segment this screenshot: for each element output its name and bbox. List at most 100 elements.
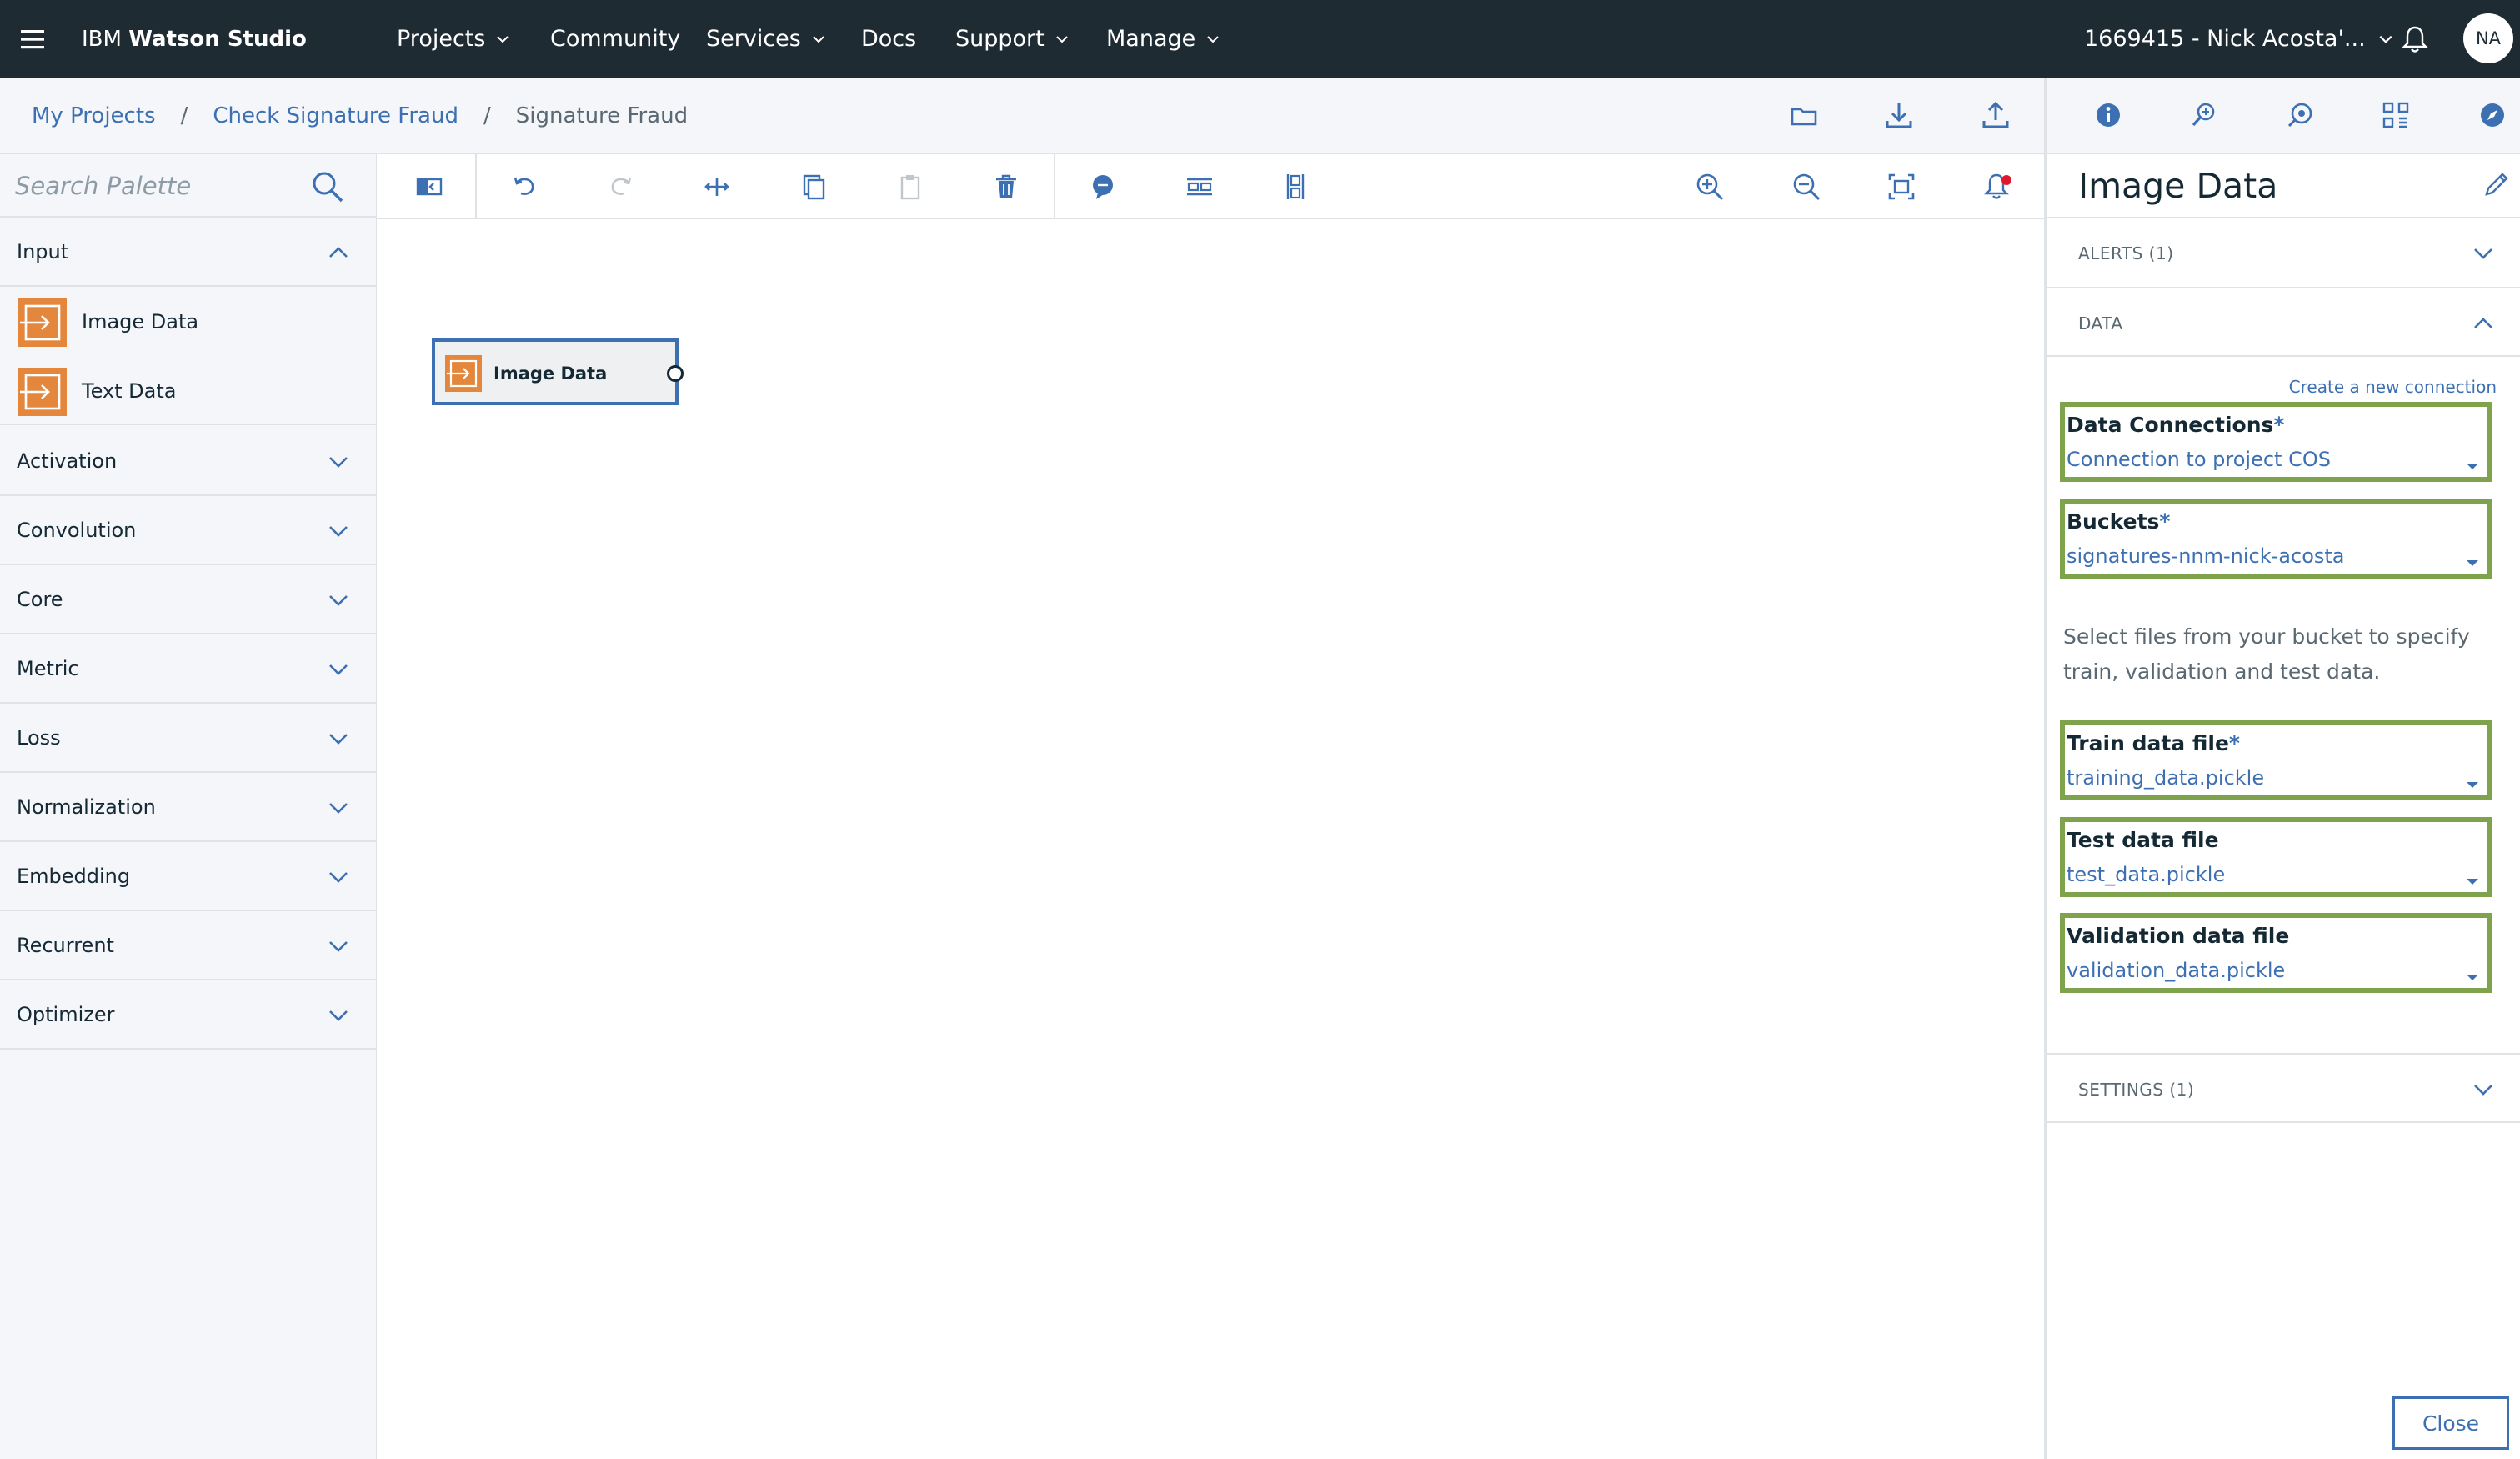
copy-icon[interactable] bbox=[796, 169, 831, 204]
canvas-toolbar bbox=[377, 154, 2044, 219]
nav-manage[interactable]: Manage bbox=[1106, 23, 1220, 55]
field-label: Data Connections* bbox=[2067, 410, 2285, 440]
nav-community-label: Community bbox=[550, 26, 681, 52]
canvas-node-image-data[interactable]: Image Data bbox=[432, 338, 684, 405]
chevron-down-icon bbox=[1207, 36, 1219, 43]
caret-down-icon bbox=[2467, 879, 2478, 885]
nav-manage-label: Manage bbox=[1106, 26, 1196, 52]
toolbar-divider bbox=[1054, 154, 1055, 218]
pencil-icon[interactable] bbox=[2480, 168, 2513, 201]
flows-icon[interactable] bbox=[2378, 98, 2413, 133]
notifications-icon[interactable] bbox=[1981, 169, 2016, 204]
palette-node-text-data[interactable]: Text Data bbox=[0, 356, 377, 425]
category-input-label: Input bbox=[17, 240, 69, 263]
train-file-select[interactable]: Train data file* training_data.pickle bbox=[2060, 720, 2492, 800]
category-embedding[interactable]: Embedding bbox=[0, 842, 377, 911]
breadcrumb-my-projects[interactable]: My Projects bbox=[32, 99, 156, 133]
data-connections-select[interactable]: Data Connections* Connection to project … bbox=[2060, 402, 2492, 482]
category-input[interactable]: Input bbox=[0, 218, 377, 287]
fit-to-screen-icon[interactable] bbox=[1884, 169, 1919, 204]
nav-services[interactable]: Services bbox=[706, 23, 826, 55]
zoom-in-icon[interactable] bbox=[1692, 169, 1727, 204]
category-recurrent[interactable]: Recurrent bbox=[0, 911, 377, 980]
category-loss[interactable]: Loss bbox=[0, 704, 377, 773]
redo-icon[interactable] bbox=[604, 169, 639, 204]
paste-icon[interactable] bbox=[893, 169, 928, 204]
category-normalization[interactable]: Normalization bbox=[0, 773, 377, 842]
caret-down-icon bbox=[2467, 560, 2478, 566]
palette-node-image-data[interactable]: Image Data bbox=[0, 287, 377, 356]
chevron-down-icon bbox=[2379, 35, 2392, 43]
comment-icon[interactable] bbox=[1085, 169, 1120, 204]
buckets-value: signatures-nnm-nick-acosta bbox=[2067, 544, 2345, 568]
chevron-down-icon bbox=[329, 1010, 348, 1021]
accordion-data-label: DATA bbox=[2078, 313, 2123, 333]
buckets-label: Buckets bbox=[2067, 509, 2160, 534]
accordion-settings[interactable]: SETTINGS (1) bbox=[2047, 1053, 2520, 1123]
category-core[interactable]: Core bbox=[0, 565, 377, 634]
arrange-vertical-icon[interactable] bbox=[1278, 169, 1313, 204]
category-label: Normalization bbox=[17, 795, 156, 819]
category-optimizer[interactable]: Optimizer bbox=[0, 980, 377, 1050]
data-connections-label: Data Connections bbox=[2067, 413, 2274, 437]
hamburger-menu-icon[interactable] bbox=[18, 25, 47, 53]
breadcrumb-project[interactable]: Check Signature Fraud bbox=[213, 99, 458, 133]
deploy-icon[interactable] bbox=[2282, 98, 2317, 133]
validation-file-select[interactable]: Validation data file validation_data.pic… bbox=[2060, 913, 2492, 993]
required-marker: * bbox=[2159, 509, 2171, 534]
category-label: Recurrent bbox=[17, 934, 114, 957]
data-connections-value: Connection to project COS bbox=[2067, 448, 2331, 471]
flow-canvas[interactable] bbox=[377, 219, 2044, 1459]
upload-icon[interactable] bbox=[1979, 99, 2012, 133]
breadcrumb-separator: / bbox=[483, 103, 491, 128]
close-button[interactable]: Close bbox=[2392, 1396, 2509, 1450]
node-output-port[interactable] bbox=[667, 365, 684, 382]
search-icon[interactable] bbox=[310, 169, 345, 204]
folder-icon[interactable] bbox=[1787, 99, 1821, 133]
nav-support[interactable]: Support bbox=[955, 23, 1070, 55]
hyperparameters-icon[interactable] bbox=[2187, 98, 2222, 133]
brand-title[interactable]: IBM Watson Studio bbox=[82, 25, 307, 53]
avatar[interactable]: NA bbox=[2463, 13, 2513, 63]
nav-projects-label: Projects bbox=[397, 26, 486, 52]
palette-search bbox=[0, 154, 377, 218]
account-switcher[interactable]: 1669415 - Nick Acosta'... bbox=[2084, 23, 2394, 55]
category-metric[interactable]: Metric bbox=[0, 634, 377, 704]
category-label: Core bbox=[17, 588, 63, 611]
cut-icon[interactable] bbox=[699, 169, 734, 204]
accordion-settings-label: SETTINGS (1) bbox=[2078, 1080, 2195, 1100]
avatar-initials: NA bbox=[2475, 28, 2502, 48]
create-connection-link[interactable]: Create a new connection bbox=[2289, 374, 2497, 399]
palette-node-label: Text Data bbox=[82, 379, 177, 403]
nav-community[interactable]: Community bbox=[550, 23, 680, 55]
test-file-select[interactable]: Test data file test_data.pickle bbox=[2060, 817, 2492, 897]
accordion-data[interactable]: DATA bbox=[2047, 287, 2520, 357]
delete-icon[interactable] bbox=[989, 169, 1024, 204]
chevron-down-icon bbox=[1056, 36, 1068, 43]
category-label: Loss bbox=[17, 726, 61, 750]
buckets-select[interactable]: Buckets* signatures-nnm-nick-acosta bbox=[2060, 499, 2492, 579]
caret-down-icon bbox=[2467, 782, 2478, 788]
download-icon[interactable] bbox=[1882, 99, 1916, 133]
chevron-down-icon bbox=[329, 872, 348, 883]
undo-icon[interactable] bbox=[507, 169, 542, 204]
compass-icon[interactable] bbox=[2475, 98, 2510, 133]
category-convolution[interactable]: Convolution bbox=[0, 496, 377, 565]
palette-search-input[interactable] bbox=[15, 166, 298, 206]
chevron-down-icon bbox=[329, 734, 348, 745]
input-node-icon bbox=[18, 298, 67, 347]
top-header: IBM Watson Studio Projects Community Ser… bbox=[0, 0, 2520, 78]
toggle-palette-icon[interactable] bbox=[412, 169, 447, 204]
bell-icon[interactable] bbox=[2399, 23, 2431, 55]
category-activation[interactable]: Activation bbox=[0, 427, 377, 496]
info-icon[interactable] bbox=[2091, 98, 2126, 133]
chevron-down-icon bbox=[329, 526, 348, 537]
arrange-horizontal-icon[interactable] bbox=[1182, 169, 1217, 204]
nav-docs[interactable]: Docs bbox=[861, 23, 916, 55]
zoom-out-icon[interactable] bbox=[1789, 169, 1824, 204]
nav-projects[interactable]: Projects bbox=[397, 23, 510, 55]
chevron-down-icon bbox=[813, 36, 824, 43]
accordion-alerts[interactable]: ALERTS (1) bbox=[2047, 217, 2520, 287]
accordion-alerts-label: ALERTS (1) bbox=[2078, 243, 2174, 263]
palette-node-label: Image Data bbox=[82, 310, 199, 333]
